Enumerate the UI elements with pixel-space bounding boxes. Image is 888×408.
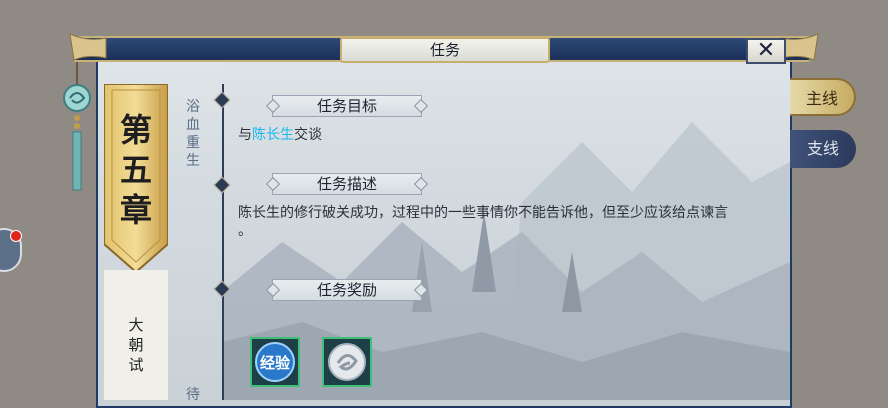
spirit-orb-icon <box>328 343 366 381</box>
goal-prefix: 与 <box>238 127 252 143</box>
desc-text-line2: 。 <box>238 223 252 239</box>
desc-section-title: 任务描述 <box>272 173 422 195</box>
reward-section-title: 任务奖励 <box>272 279 422 301</box>
exp-reward-label: 经验 <box>260 354 291 372</box>
right-horn-ornament <box>781 33 819 61</box>
exp-reward-slot[interactable]: 经验 <box>250 337 300 387</box>
goal-suffix: 交谈 <box>294 127 322 143</box>
goal-text: 与陈长生交谈 <box>238 126 322 144</box>
jade-pendant-ornament <box>63 54 91 191</box>
exp-reward-icon: 经验 <box>255 342 295 382</box>
timeline-line <box>222 84 224 400</box>
chapter-char-1: 第 <box>119 111 152 149</box>
quest-item-current[interactable]: 浴血重生 <box>184 98 202 170</box>
chapter-name: 大朝试 <box>128 318 144 374</box>
goal-section-title: 任务目标 <box>272 95 422 117</box>
notification-dot <box>10 230 22 242</box>
desc-text-line1: 陈长生的修行破关成功，过程中的一些事情你不能告诉他，但至少应该给点谏言 <box>238 205 728 221</box>
tab-side-quest[interactable]: 支线 <box>790 130 856 168</box>
chapter-char-3: 章 <box>119 191 152 229</box>
chapter-number: 第 五 章 <box>104 110 168 230</box>
quest-item-pending[interactable]: 待 <box>184 386 202 404</box>
npc-link[interactable]: 陈长生 <box>252 127 294 143</box>
window-title: 任务 <box>340 37 550 63</box>
currency-reward-slot[interactable] <box>322 337 372 387</box>
tab-main-quest[interactable]: 主线 <box>790 78 856 116</box>
close-button[interactable]: ✕ <box>746 38 786 64</box>
chapter-char-2: 五 <box>119 151 152 189</box>
left-horn-ornament <box>69 33 107 61</box>
